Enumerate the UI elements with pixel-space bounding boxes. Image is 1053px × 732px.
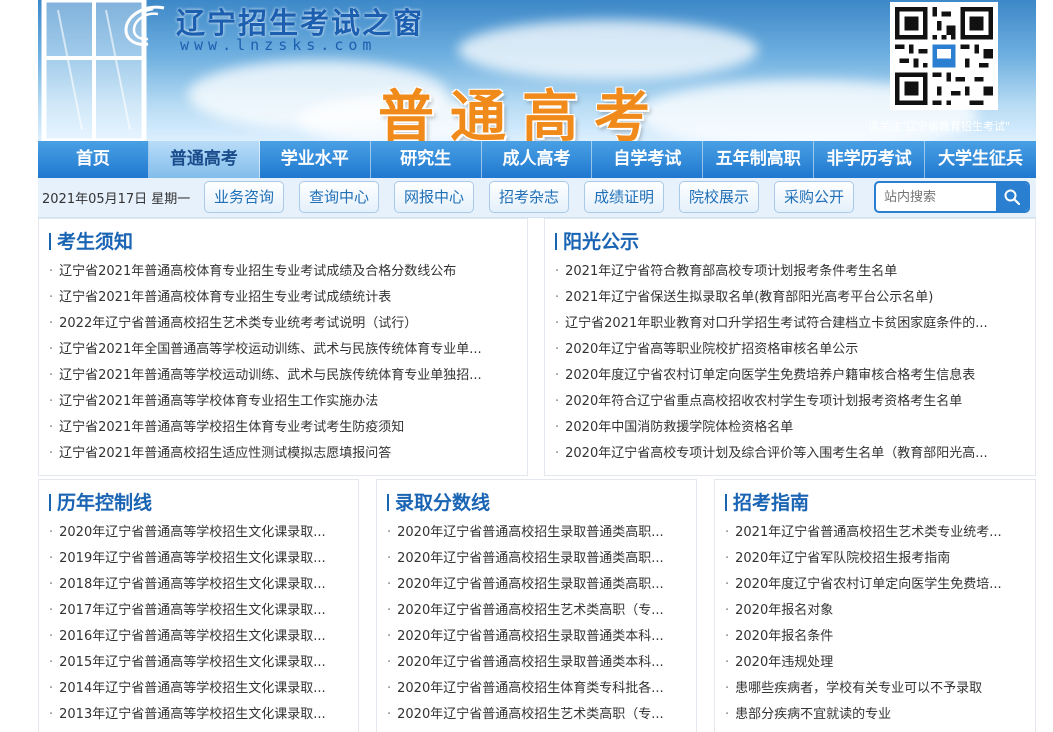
- main-nav: 首页 普通高考 学业水平 研究生 成人高考 自学考试 五年制高职 非学历考试 大…: [38, 141, 1036, 178]
- list-item[interactable]: · 2020年辽宁省普通高校招生艺术类高职（专...: [387, 598, 688, 624]
- nav-item-graduate[interactable]: 研究生: [371, 141, 482, 178]
- panel-guide-list: · 2021年辽宁省普通高校招生艺术类专业统考... · 2020年辽宁省军队院校招…: [725, 520, 1027, 728]
- current-date: 2021年05月17日 星期一: [42, 192, 191, 207]
- list-item[interactable]: · 2015年辽宁省普通高等学校招生文化课录取...: [49, 650, 350, 676]
- panel-history: 历年控制线 · 2020年辽宁省普通高等学校招生文化课录取... · 2019年辽宁…: [38, 479, 359, 732]
- list-item[interactable]: · 患部分疾病不宜就读的专业: [725, 702, 1027, 728]
- list-item[interactable]: · 2019年辽宁省普通高等学校招生文化课录取...: [49, 546, 350, 572]
- header-banner: 辽宁招生考试之窗 www.lnzsks.com 普通高考 请关注"辽宁省教育招生…: [38, 0, 1036, 141]
- list-item[interactable]: · 2014年辽宁省普通高等学校招生文化课录取...: [49, 676, 350, 702]
- list-item[interactable]: · 2020年辽宁省普通高校招生录取普通类高职...: [387, 572, 688, 598]
- list-item[interactable]: · 2020年辽宁省高校专项计划及综合评价等入围考生名单（教育部阳光高...: [555, 441, 1027, 467]
- quick-link-magazine-button[interactable]: 招考杂志: [489, 181, 570, 213]
- title-bar-decoration: [725, 494, 727, 511]
- title-bar-decoration: [387, 494, 389, 511]
- list-item[interactable]: · 2020年辽宁省普通高校招生录取普通类高职...: [387, 546, 688, 572]
- panel-scores-title[interactable]: 录取分数线: [387, 488, 490, 515]
- panel-notice-title[interactable]: 考生须知: [49, 227, 133, 254]
- title-bar-decoration: [555, 233, 557, 250]
- panel-history-title-text: 历年控制线: [57, 492, 153, 514]
- quick-link-query-button[interactable]: 查询中心: [299, 181, 380, 213]
- list-item[interactable]: · 2018年辽宁省普通高等学校招生文化课录取...: [49, 572, 350, 598]
- list-item[interactable]: · 辽宁省2021年普通高校体育专业招生专业考试成绩及合格分数线公布: [49, 259, 519, 285]
- quick-link-schools-button[interactable]: 院校展示: [679, 181, 760, 213]
- panel-sunshine: 阳光公示 · 2021年辽宁省符合教育部高校专项计划报考条件考生名单 · 2021年…: [544, 218, 1036, 476]
- nav-item-xueye[interactable]: 学业水平: [260, 141, 371, 178]
- panel-scores-title-text: 录取分数线: [395, 492, 491, 514]
- list-item[interactable]: · 2020年报名条件: [725, 624, 1027, 650]
- quick-link-certificate-button[interactable]: 成绩证明: [584, 181, 665, 213]
- list-item[interactable]: · 2020年辽宁省军队院校招生报考指南: [725, 546, 1027, 572]
- list-item[interactable]: · 2020年辽宁省普通高等学校招生文化课录取...: [49, 520, 350, 546]
- list-item[interactable]: · 2020年报名对象: [725, 598, 1027, 624]
- search-button[interactable]: [996, 183, 1028, 211]
- site-search: [874, 181, 1030, 213]
- quick-link-consult-button[interactable]: 业务咨询: [204, 181, 285, 213]
- nav-item-self-study[interactable]: 自学考试: [592, 141, 704, 178]
- site-logo-url: www.lnzsks.com: [180, 36, 377, 54]
- list-item[interactable]: · 2013年辽宁省普通高等学校招生文化课录取...: [49, 702, 350, 728]
- qr-caption: 请关注"辽宁省教育招生考试": [868, 120, 1011, 133]
- panel-sunshine-title[interactable]: 阳光公示: [555, 227, 639, 254]
- panel-notice-title-text: 考生须知: [57, 231, 134, 253]
- list-item[interactable]: · 辽宁省2021年全国普通高等学校运动训练、武术与民族传统体育专业单...: [49, 337, 519, 363]
- list-item[interactable]: · 2022年辽宁省普通高校招生艺术类专业统考考试说明（试行）: [49, 311, 519, 337]
- nav-item-adult[interactable]: 成人高考: [482, 141, 593, 178]
- panel-sunshine-title-text: 阳光公示: [563, 231, 640, 253]
- list-item[interactable]: · 辽宁省2021年职业教育对口升学招生考试符合建档立卡贫困家庭条件的...: [555, 311, 1027, 337]
- search-input[interactable]: [876, 183, 994, 211]
- panel-sunshine-list: · 2021年辽宁省符合教育部高校专项计划报考条件考生名单 · 2021年辽宁省保送…: [555, 259, 1027, 467]
- title-bar-decoration: [49, 494, 51, 511]
- panel-scores: 录取分数线 · 2020年辽宁省普通高校招生录取普通类高职... · 2020年辽宁…: [376, 479, 697, 732]
- list-item[interactable]: · 辽宁省2021年普通高校体育专业招生专业考试成绩统计表: [49, 285, 519, 311]
- title-bar-decoration: [49, 233, 51, 250]
- list-item[interactable]: · 辽宁省2021年普通高校招生适应性测试模拟志愿填报问答: [49, 441, 519, 467]
- panel-guide-title-text: 招考指南: [733, 492, 810, 514]
- panel-notice-list: · 辽宁省2021年普通高校体育专业招生专业考试成绩及合格分数线公布 · 辽宁省20…: [49, 259, 519, 467]
- panel-notice: 考生须知 · 辽宁省2021年普通高校体育专业招生专业考试成绩及合格分数线公布 ·…: [38, 218, 528, 476]
- list-item[interactable]: · 患哪些疾病者，学校有关专业可以不予录取: [725, 676, 1027, 702]
- nav-item-home[interactable]: 首页: [38, 141, 149, 178]
- list-item[interactable]: · 2020年度辽宁省农村订单定向医学生免费培养户籍审核合格考生信息表: [555, 363, 1027, 389]
- list-item[interactable]: · 2020年辽宁省高等职业院校扩招资格审核名单公示: [555, 337, 1027, 363]
- panel-guide-title[interactable]: 招考指南: [725, 488, 809, 515]
- panel-history-list: · 2020年辽宁省普通高等学校招生文化课录取... · 2019年辽宁省普通高等学…: [49, 520, 350, 728]
- nav-item-gaokao[interactable]: 普通高考: [148, 141, 260, 178]
- list-item[interactable]: · 2020年度辽宁省农村订单定向医学生免费培...: [725, 572, 1027, 598]
- qr-code-image: [890, 2, 998, 110]
- nav-item-conscription[interactable]: 大学生征兵: [925, 141, 1036, 178]
- quick-links-bar: 2021年05月17日 星期一 业务咨询 查询中心 网报中心 招考杂志 成绩证明…: [38, 178, 1036, 218]
- list-item[interactable]: · 2021年辽宁省普通高校招生艺术类专业统考...: [725, 520, 1027, 546]
- section-banner-title: 普通高考: [378, 84, 666, 141]
- list-item[interactable]: · 2020年辽宁省普通高校招生录取普通类本科...: [387, 650, 688, 676]
- quick-link-procurement-button[interactable]: 采购公开: [774, 181, 855, 213]
- list-item[interactable]: · 2020年符合辽宁省重点高校招收农村学生专项计划报考资格考生名单: [555, 389, 1027, 415]
- list-item[interactable]: · 2020年辽宁省普通高校招生录取普通类本科...: [387, 624, 688, 650]
- quick-link-register-button[interactable]: 网报中心: [394, 181, 475, 213]
- logo-swirl-icon: [124, 5, 165, 46]
- list-item[interactable]: · 2020年辽宁省普通高校招生录取普通类高职...: [387, 520, 688, 546]
- list-item[interactable]: · 辽宁省2021年普通高等学校运动训练、武术与民族传统体育专业单独招...: [49, 363, 519, 389]
- page: 辽宁招生考试之窗 www.lnzsks.com 普通高考 请关注"辽宁省教育招生…: [0, 0, 1053, 732]
- panel-history-title[interactable]: 历年控制线: [49, 488, 152, 515]
- list-item[interactable]: · 辽宁省2021年普通高等学校体育专业招生工作实施办法: [49, 389, 519, 415]
- list-item[interactable]: · 2021年辽宁省符合教育部高校专项计划报考条件考生名单: [555, 259, 1027, 285]
- list-item[interactable]: · 2016年辽宁省普通高等学校招生文化课录取...: [49, 624, 350, 650]
- list-item[interactable]: · 2020年辽宁省普通高校招生体育类专科批各...: [387, 676, 688, 702]
- list-item[interactable]: · 2020年违规处理: [725, 650, 1027, 676]
- list-item[interactable]: · 2021年辽宁省保送生拟录取名单(教育部阳光高考平台公示名单): [555, 285, 1027, 311]
- panel-scores-list: · 2020年辽宁省普通高校招生录取普通类高职... · 2020年辽宁省普通高校招…: [387, 520, 688, 728]
- list-item[interactable]: · 2020年辽宁省普通高校招生艺术类高职（专...: [387, 702, 688, 728]
- list-item[interactable]: · 辽宁省2021年普通高等学校招生体育专业考试考生防疫须知: [49, 415, 519, 441]
- list-item[interactable]: · 2017年辽宁省普通高等学校招生文化课录取...: [49, 598, 350, 624]
- search-icon: [1004, 189, 1020, 205]
- panel-guide: 招考指南 · 2021年辽宁省普通高校招生艺术类专业统考... · 2020年辽宁省…: [714, 479, 1036, 732]
- list-item[interactable]: · 2020年中国消防救援学院体检资格名单: [555, 415, 1027, 441]
- nav-item-non-degree[interactable]: 非学历考试: [814, 141, 926, 178]
- nav-item-five-year[interactable]: 五年制高职: [703, 141, 815, 178]
